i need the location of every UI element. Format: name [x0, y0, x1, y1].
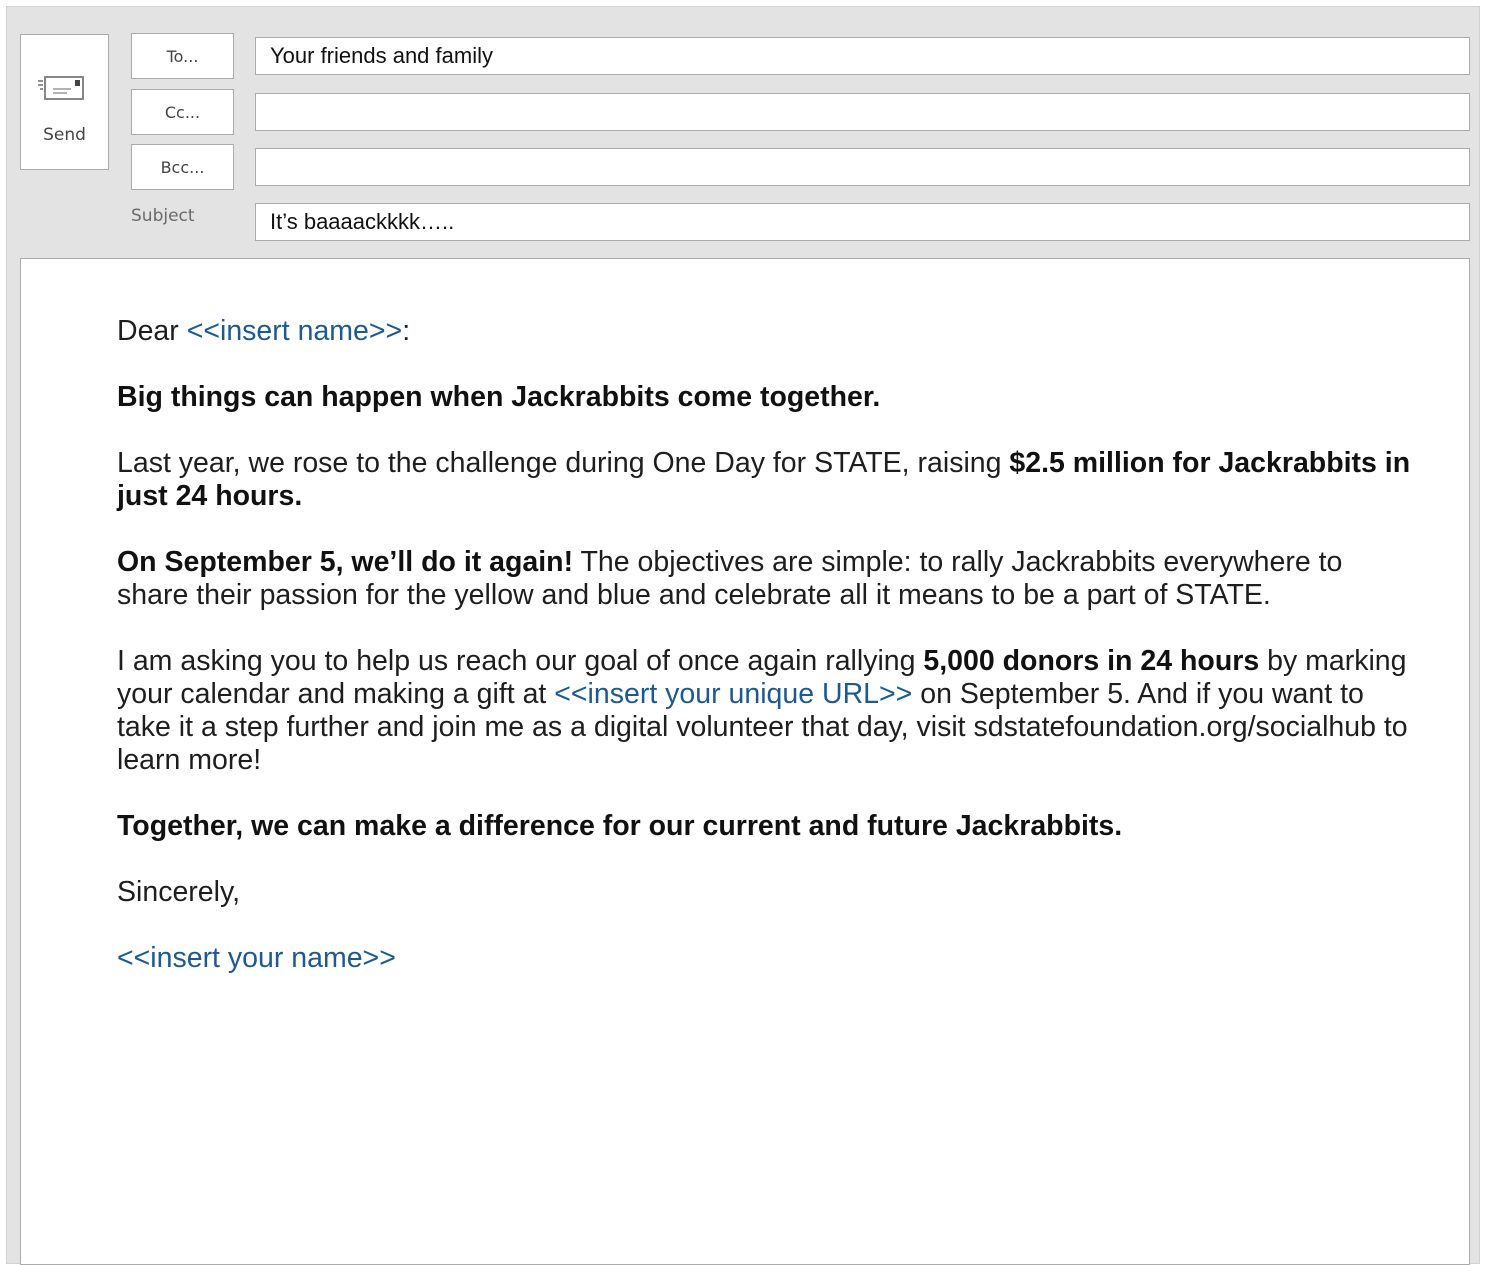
letter-text: Dear <<insert name>>: Big things can hap… [117, 315, 1417, 1008]
p3-text1: I am asking you to help us reach our goa… [117, 645, 924, 677]
subject-label: Subject [131, 206, 195, 226]
to-field[interactable]: Your friends and family [255, 37, 1470, 75]
headline-text: Big things can happen when Jackrabbits c… [117, 381, 881, 413]
send-label: Send [43, 125, 86, 145]
signature-placeholder: <<insert your name>> [117, 942, 396, 974]
bcc-field[interactable] [255, 148, 1470, 186]
p2-bold: On September 5, we’ll do it again! [117, 546, 574, 578]
to-button[interactable]: To... [131, 33, 234, 79]
message-body[interactable]: Dear <<insert name>>: Big things can hap… [20, 258, 1470, 1265]
closing-headline: Together, we can make a difference for o… [117, 810, 1417, 843]
signoff: Sincerely, [117, 876, 241, 908]
url-placeholder: <<insert your unique URL>> [554, 678, 913, 710]
closing-headline-text: Together, we can make a difference for o… [117, 810, 1123, 842]
paragraph-september: On September 5, we’ll do it again! The o… [117, 546, 1417, 612]
send-button[interactable]: Send [20, 34, 109, 170]
p3-bold: 5,000 donors in 24 hours [923, 645, 1260, 677]
cc-field[interactable] [255, 93, 1470, 131]
bcc-button[interactable]: Bcc... [131, 144, 234, 190]
name-placeholder: <<insert name>> [186, 315, 403, 347]
cc-button[interactable]: Cc... [131, 89, 234, 135]
paragraph-ask: I am asking you to help us reach our goa… [117, 645, 1417, 777]
signature: <<insert your name>> [117, 942, 1417, 975]
envelope-send-icon [38, 76, 84, 100]
p1-text: Last year, we rose to the challenge duri… [117, 447, 1010, 479]
greeting: Dear <<insert name>>: [117, 315, 1417, 348]
greeting-prefix: Dear [117, 315, 187, 347]
paragraph-last-year: Last year, we rose to the challenge duri… [117, 447, 1417, 513]
greeting-suffix: : [402, 315, 411, 347]
headline: Big things can happen when Jackrabbits c… [117, 381, 1417, 414]
subject-field[interactable]: It’s baaaackkkk….. [255, 203, 1470, 241]
message-window: Send To... Cc... Bcc... Subject Your fri… [6, 6, 1480, 1265]
